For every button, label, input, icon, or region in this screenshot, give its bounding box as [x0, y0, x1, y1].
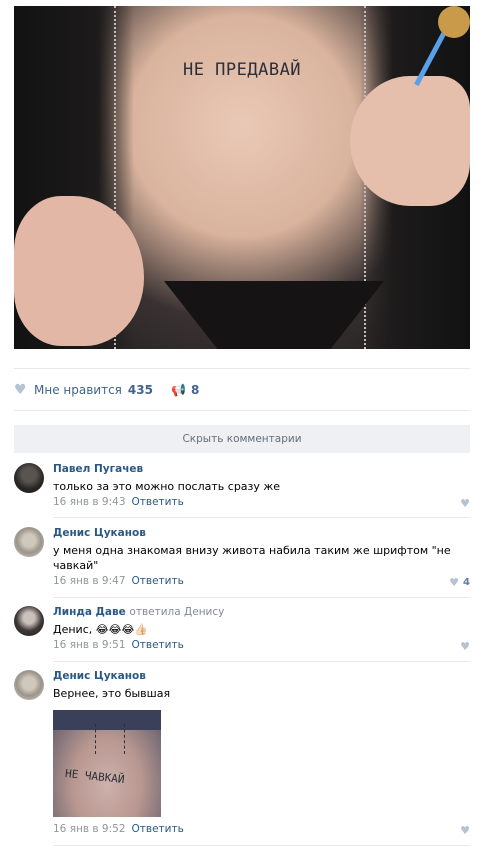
like-count[interactable]: 435 — [128, 383, 153, 397]
divider — [53, 661, 470, 662]
lollipop — [438, 6, 470, 38]
reply-button[interactable]: Ответить — [132, 639, 184, 651]
share-count[interactable]: 8 — [191, 383, 199, 397]
comment-attachment-photo[interactable]: НЕ ЧАВКАЙ — [53, 710, 161, 817]
comment-like[interactable]: ♥ — [460, 497, 470, 510]
comment-text: Вернее, это бывшая — [53, 687, 171, 700]
attachment-tattoo-text: НЕ ЧАВКАЙ — [64, 766, 126, 787]
heart-icon: ♥ — [460, 497, 470, 510]
comment-date[interactable]: 16 янв в 9:47 — [53, 575, 126, 587]
reply-to[interactable]: ответила Денису — [129, 606, 224, 618]
divider — [14, 368, 470, 369]
divider — [53, 845, 470, 846]
comment-date[interactable]: 16 янв в 9:51 — [53, 639, 126, 651]
divider — [53, 597, 470, 598]
comment: Денис Цуканов Вернее, это бывшая НЕ ЧАВК… — [14, 670, 470, 840]
underwear — [164, 281, 384, 349]
post-actions: ♥ Мне нравится 435 📢 8 — [14, 380, 199, 400]
comment-author-name[interactable]: Линда Даве — [53, 606, 126, 618]
comment-author[interactable]: Денис Цуканов — [53, 670, 146, 682]
comment-author: Линда Даве ответила Денису — [53, 606, 224, 618]
heart-icon[interactable]: ♥ — [14, 383, 28, 397]
reply-button[interactable]: Ответить — [132, 575, 184, 587]
hide-comments-button[interactable]: Скрыть комментарии — [14, 425, 470, 453]
post-photo[interactable]: НЕ ПРЕДАВАЙ — [14, 6, 470, 349]
comment-text: Денис, 😂😂😂👍🏻 — [53, 623, 148, 636]
comment-like[interactable]: ♥ — [460, 640, 470, 653]
comment: Павел Пугачев только за это можно послат… — [14, 463, 470, 510]
avatar[interactable] — [14, 606, 44, 636]
comment: Линда Даве ответила Денису Денис, 😂😂😂👍🏻 … — [14, 606, 470, 653]
reply-button[interactable]: Ответить — [132, 823, 184, 835]
comment-meta: 16 янв в 9:52 Ответить — [53, 823, 184, 835]
comment-like[interactable]: ♥ — [460, 824, 470, 837]
comment: Денис Цуканов у меня одна знакомая внизу… — [14, 527, 470, 589]
avatar[interactable] — [14, 670, 44, 700]
divider — [53, 517, 470, 518]
tattoo-text: НЕ ПРЕДАВАЙ — [182, 60, 302, 80]
avatar[interactable] — [14, 463, 44, 493]
megaphone-icon[interactable]: 📢 — [171, 384, 186, 396]
reply-button[interactable]: Ответить — [132, 496, 184, 508]
comment-meta: 16 янв в 9:51 Ответить — [53, 639, 184, 651]
comment-text: у меня одна знакомая внизу живота набила… — [53, 544, 451, 572]
heart-icon: ♥ — [449, 576, 460, 589]
comment-like[interactable]: ♥ 4 — [449, 576, 470, 589]
comment-meta: 16 янв в 9:43 Ответить — [53, 496, 184, 508]
comment-meta: 16 янв в 9:47 Ответить — [53, 575, 184, 587]
comment-text: только за это можно послать сразу же — [53, 480, 281, 493]
comment-like-count: 4 — [463, 577, 470, 588]
attachment-tattoo-drawing — [95, 724, 125, 754]
heart-icon: ♥ — [460, 640, 470, 653]
divider — [14, 410, 470, 411]
comment-author[interactable]: Павел Пугачев — [53, 463, 143, 475]
comment-date[interactable]: 16 янв в 9:52 — [53, 823, 126, 835]
heart-icon: ♥ — [460, 824, 470, 837]
comment-date[interactable]: 16 янв в 9:43 — [53, 496, 126, 508]
hand-right — [350, 76, 470, 206]
avatar[interactable] — [14, 527, 44, 557]
comment-author[interactable]: Денис Цуканов — [53, 527, 146, 539]
like-button[interactable]: Мне нравится — [34, 383, 122, 397]
